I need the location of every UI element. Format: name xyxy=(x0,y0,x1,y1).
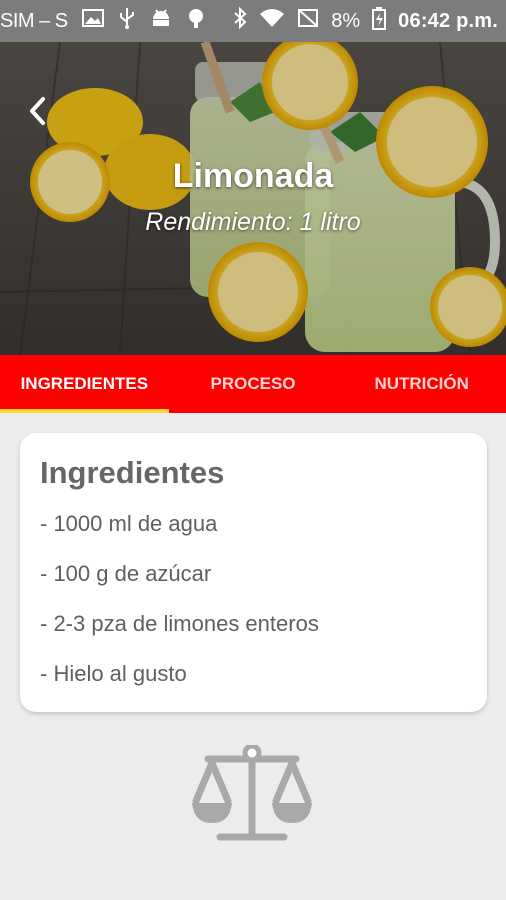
android-icon xyxy=(150,7,172,35)
recipe-hero: Limonada Rendimiento: 1 litro xyxy=(0,42,506,355)
image-icon xyxy=(81,8,104,34)
ingredient-item: - 2-3 pza de limones enteros xyxy=(40,611,319,636)
no-signal-icon xyxy=(297,8,319,34)
wifi-icon xyxy=(259,8,285,34)
recipe-title: Limonada xyxy=(172,157,334,195)
ingredient-item: - 1000 ml de agua xyxy=(40,511,218,536)
bluetooth-icon xyxy=(233,6,247,35)
scale-balance-icon xyxy=(190,743,314,848)
recipe-yield: Rendimiento: 1 litro xyxy=(145,208,361,236)
ingredient-item: - Hielo al gusto xyxy=(40,661,187,686)
ingredient-item: - 100 g de azúcar xyxy=(40,561,212,586)
ingredients-card: Ingredientes - 1000 ml de agua - 100 g d… xyxy=(20,433,487,712)
usb-icon xyxy=(118,7,136,35)
tab-nutricion[interactable]: NUTRICIÓN xyxy=(337,355,506,413)
hero-photo xyxy=(0,42,506,355)
battery-percent: 8% xyxy=(331,9,361,32)
ingredients-heading: Ingredientes xyxy=(40,455,225,490)
status-bar: SIM – S 8% 06:42 p.m. xyxy=(0,0,506,42)
clock: 06:42 p.m. xyxy=(398,9,498,32)
battery-icon xyxy=(372,6,387,36)
carrier-label: SIM – S xyxy=(0,9,68,32)
tab-bar: INGREDIENTES PROCESO NUTRICIÓN xyxy=(0,355,506,413)
tab-proceso[interactable]: PROCESO xyxy=(169,355,338,413)
chevron-left-icon xyxy=(30,97,45,125)
notification-icon xyxy=(186,7,206,35)
tab-ingredientes[interactable]: INGREDIENTES xyxy=(0,355,169,413)
back-button[interactable] xyxy=(28,96,62,136)
